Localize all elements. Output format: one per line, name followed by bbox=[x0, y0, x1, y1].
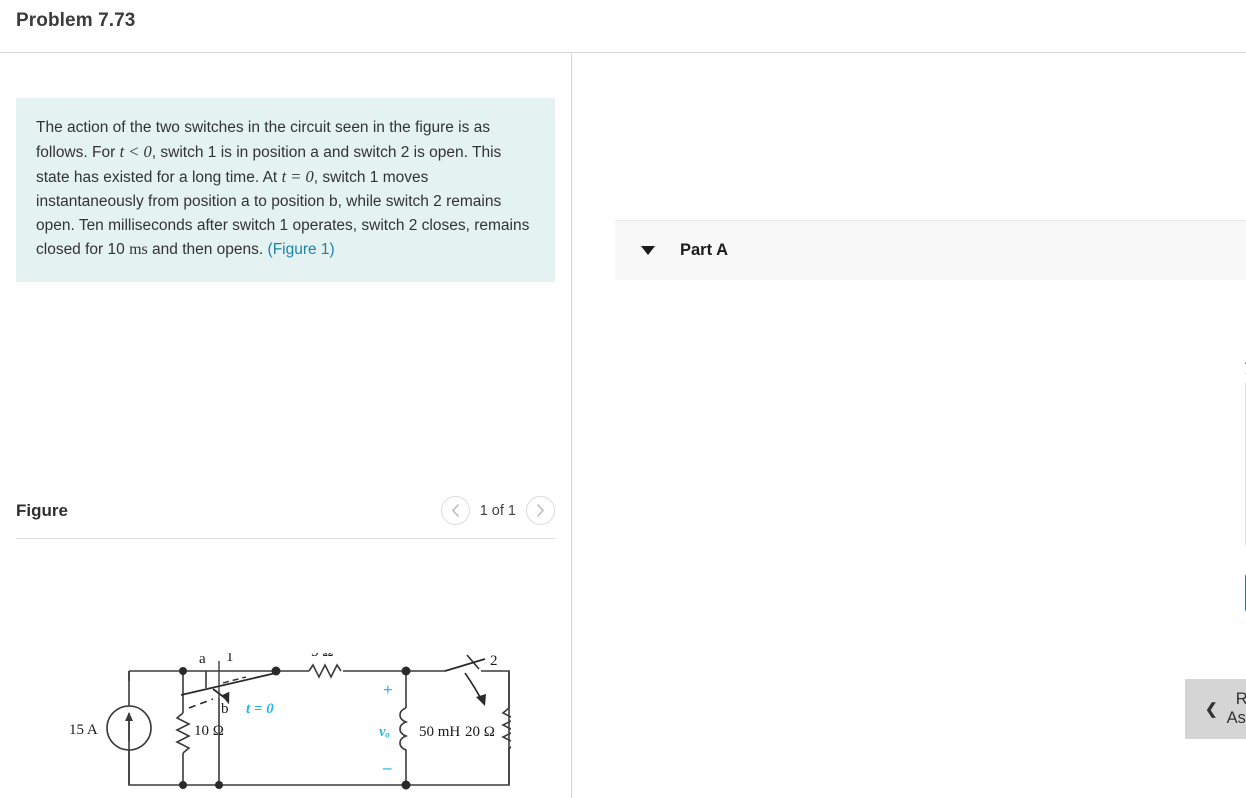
problem-statement-text: The action of the two switches in the ci… bbox=[36, 116, 533, 262]
circuit-diagram[interactable]: 15 A 10 Ω a 1 b t = 0 5 Ω 0 + 10 ms 2 + … bbox=[61, 653, 511, 798]
inductor-50mh-symbol bbox=[399, 707, 409, 753]
circuit-node bbox=[179, 781, 187, 789]
statement-math-t-lt-0: t < 0 bbox=[119, 142, 152, 161]
page-title: Problem 7.73 bbox=[16, 10, 136, 31]
statement-math-t-eq-0: t = 0 bbox=[281, 167, 314, 186]
statement-part-4: and then opens. bbox=[147, 241, 268, 258]
part-a-header[interactable]: Part A bbox=[615, 220, 1246, 280]
figure-counter: 1 of 1 bbox=[479, 502, 516, 519]
switch-2-symbol bbox=[444, 654, 486, 706]
label-vo-minus: – bbox=[382, 758, 392, 777]
label-vo: vₒ bbox=[379, 724, 390, 740]
circuit-node bbox=[215, 781, 223, 789]
label-current-source: 15 A bbox=[69, 722, 98, 738]
label-vo-plus: + bbox=[383, 680, 393, 699]
figure-next-button[interactable] bbox=[526, 496, 555, 525]
page-header: Problem 7.73 bbox=[0, 0, 1246, 53]
return-to-assignment-button[interactable]: ❮ Return to Assignment bbox=[1185, 679, 1246, 739]
label-switch1: 1 bbox=[226, 653, 234, 665]
label-switch2-time: 0 + 10 ms bbox=[357, 653, 414, 655]
right-pane: Part A Find vₒ (t) 27 ms after switch 1 … bbox=[572, 53, 1246, 798]
figure-navigation: 1 of 1 bbox=[440, 496, 555, 525]
circuit-node bbox=[271, 666, 281, 676]
label-switch1-a: a bbox=[199, 653, 206, 667]
label-switch1-b: b bbox=[221, 701, 229, 717]
statement-unit-ms: ms bbox=[129, 241, 148, 258]
label-switch1-time: t = 0 bbox=[246, 701, 274, 717]
content-area: The action of the two switches in the ci… bbox=[0, 53, 1246, 798]
label-resistor-10: 10 Ω bbox=[194, 723, 224, 739]
chevron-right-icon bbox=[537, 504, 545, 517]
circuit-node bbox=[401, 780, 411, 790]
left-pane: The action of the two switches in the ci… bbox=[0, 53, 572, 798]
label-switch2: 2 bbox=[490, 653, 498, 669]
chevron-left-icon: ❮ bbox=[1205, 701, 1218, 718]
circuit-node bbox=[179, 667, 187, 675]
label-resistor-20: 20 Ω bbox=[465, 724, 495, 740]
figure-image-area: 15 A 10 Ω a 1 b t = 0 5 Ω 0 + 10 ms 2 + … bbox=[16, 553, 555, 798]
circuit-node bbox=[401, 666, 411, 676]
caret-down-icon[interactable] bbox=[641, 246, 655, 255]
figure-1-link[interactable]: (Figure 1) bbox=[268, 241, 335, 258]
figure-header: Figure 1 of 1 bbox=[16, 483, 555, 539]
figure-prev-button[interactable] bbox=[440, 496, 470, 525]
problem-statement-box: The action of the two switches in the ci… bbox=[16, 98, 555, 282]
chevron-left-icon bbox=[451, 504, 459, 517]
return-to-assignment-label: Return to Assignment bbox=[1226, 690, 1246, 727]
resistor-5-ohm-symbol bbox=[308, 663, 342, 679]
resistor-10-ohm-symbol bbox=[175, 712, 191, 754]
part-a-label: Part A bbox=[680, 241, 728, 259]
figure-title: Figure bbox=[16, 500, 68, 520]
label-resistor-5: 5 Ω bbox=[311, 653, 333, 660]
footer-row: ❮ Return to Assignment Provide Feedback bbox=[1185, 679, 1246, 739]
label-inductor: 50 mH bbox=[419, 724, 460, 740]
